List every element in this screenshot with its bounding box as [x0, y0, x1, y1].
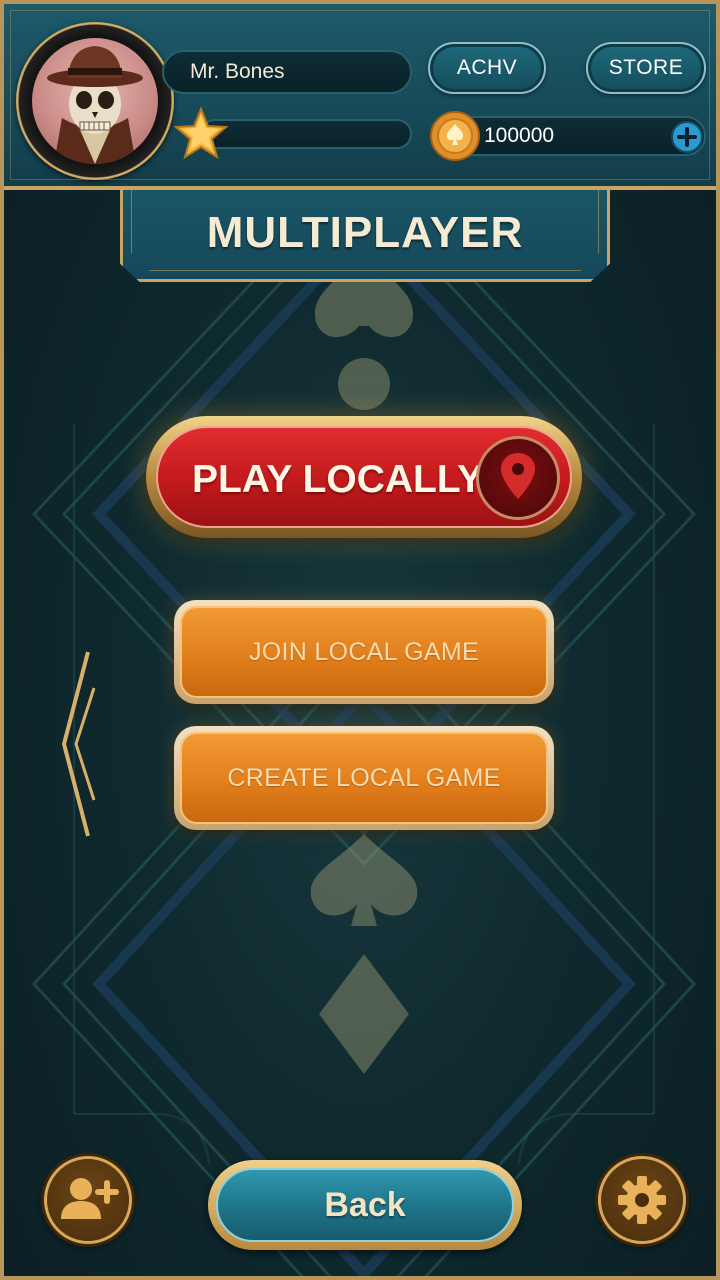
- create-local-game-label: CREATE LOCAL GAME: [227, 764, 501, 792]
- coin-balance: 100000: [452, 116, 706, 156]
- chevron-left-icon[interactable]: [58, 648, 98, 840]
- play-locally-button[interactable]: PLAY LOCALLY: [146, 416, 582, 538]
- back-button-face: Back: [216, 1168, 514, 1242]
- join-local-game-button-face: JOIN LOCAL GAME: [180, 606, 548, 698]
- player-name: Mr. Bones: [162, 50, 412, 94]
- skull-avatar-icon: [32, 38, 158, 164]
- create-local-game-button-face: CREATE LOCAL GAME: [180, 732, 548, 824]
- store-button[interactable]: STORE: [586, 42, 706, 94]
- top-bar: Mr. Bones ACHV STORE 100000: [4, 4, 716, 190]
- gear-icon: [618, 1176, 666, 1224]
- play-locally-label: PLAY LOCALLY: [192, 458, 484, 501]
- star-icon: [173, 106, 229, 160]
- back-button[interactable]: Back: [208, 1160, 522, 1250]
- add-friend-button[interactable]: [44, 1156, 132, 1244]
- spade-coin-icon: [430, 111, 480, 161]
- achievements-button[interactable]: ACHV: [428, 42, 546, 94]
- page-title: MULTIPLAYER: [206, 208, 524, 257]
- settings-button[interactable]: [598, 1156, 686, 1244]
- title-plate: MULTIPLAYER: [120, 190, 610, 282]
- add-coins-plus-icon[interactable]: [670, 120, 704, 154]
- play-locally-button-face: PLAY LOCALLY: [156, 426, 572, 528]
- join-local-game-button[interactable]: JOIN LOCAL GAME: [174, 600, 554, 704]
- create-local-game-button[interactable]: CREATE LOCAL GAME: [174, 726, 554, 830]
- avatar[interactable]: [16, 22, 174, 180]
- back-label: Back: [324, 1186, 406, 1224]
- add-friend-icon: [61, 1178, 119, 1219]
- multiplayer-screen: Mr. Bones ACHV STORE 100000 MULTIPLAYER …: [0, 0, 720, 1280]
- join-local-game-label: JOIN LOCAL GAME: [248, 638, 479, 666]
- location-pin-icon: [476, 436, 560, 520]
- experience-bar: [200, 119, 412, 149]
